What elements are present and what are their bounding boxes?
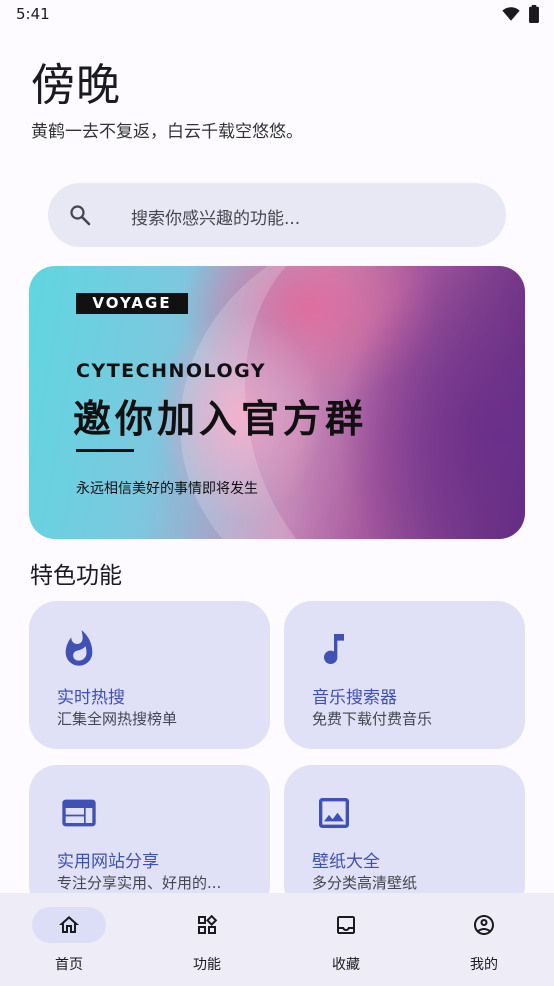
banner-caption: 永远相信美好的事情即将发生 bbox=[76, 481, 258, 497]
feature-card-useful-sites[interactable]: 实用网站分享 专注分享实用、好用的... bbox=[29, 765, 270, 913]
nav-label: 首页 bbox=[55, 957, 83, 973]
account-circle-icon bbox=[474, 915, 494, 935]
widgets-icon bbox=[198, 914, 218, 934]
banner-brand: CYTECHNOLOGY bbox=[76, 360, 267, 382]
banner-tag: VOYAGE bbox=[76, 293, 188, 314]
card-description: 汇集全网热搜榜单 bbox=[57, 710, 178, 728]
music-note-icon bbox=[324, 634, 344, 664]
battery-icon bbox=[529, 5, 539, 23]
web-icon bbox=[62, 799, 96, 827]
card-title: 实时热搜 bbox=[57, 688, 125, 708]
feature-card-wallpapers[interactable]: 壁纸大全 多分类高清壁纸 bbox=[284, 765, 525, 913]
image-icon bbox=[319, 798, 349, 828]
card-title: 壁纸大全 bbox=[312, 852, 380, 872]
inbox-icon bbox=[337, 916, 355, 934]
nav-item-favorites[interactable]: 收藏 bbox=[277, 893, 415, 986]
status-bar: 5:41 bbox=[0, 0, 554, 30]
card-description: 多分类高清壁纸 bbox=[312, 874, 418, 892]
page-title: 傍晚 bbox=[31, 60, 121, 111]
promo-banner[interactable]: VOYAGE CYTECHNOLOGY 邀你加入官方群 永远相信美好的事情即将发… bbox=[29, 266, 525, 539]
feature-card-hot-search[interactable]: 实时热搜 汇集全网热搜榜单 bbox=[29, 601, 270, 749]
status-time: 5:41 bbox=[16, 5, 50, 23]
nav-item-features[interactable]: 功能 bbox=[138, 893, 276, 986]
wifi-icon bbox=[502, 7, 520, 21]
nav-label: 我的 bbox=[470, 957, 498, 973]
feature-card-music-search[interactable]: 音乐搜索器 免费下载付费音乐 bbox=[284, 601, 525, 749]
banner-headline: 邀你加入官方群 bbox=[73, 397, 368, 441]
home-icon bbox=[59, 916, 79, 933]
card-title: 音乐搜索器 bbox=[312, 688, 397, 708]
nav-label: 收藏 bbox=[332, 957, 360, 973]
section-title: 特色功能 bbox=[30, 563, 122, 589]
card-description: 免费下载付费音乐 bbox=[312, 710, 433, 728]
search-icon bbox=[70, 205, 91, 226]
nav-item-home[interactable]: 首页 bbox=[0, 893, 138, 986]
bottom-navigation: 首页 功能 收藏 我的 bbox=[0, 893, 554, 986]
fire-icon bbox=[65, 630, 93, 666]
page-subtitle: 黄鹤一去不复返，白云千载空悠悠。 bbox=[31, 122, 303, 142]
nav-label: 功能 bbox=[193, 957, 221, 973]
nav-item-profile[interactable]: 我的 bbox=[415, 893, 553, 986]
search-placeholder: 搜索你感兴趣的功能... bbox=[131, 209, 301, 229]
status-icons bbox=[502, 5, 540, 23]
banner-divider bbox=[76, 449, 134, 452]
search-bar[interactable]: 搜索你感兴趣的功能... bbox=[48, 183, 506, 247]
card-description: 专注分享实用、好用的... bbox=[57, 874, 222, 892]
card-title: 实用网站分享 bbox=[57, 852, 159, 872]
screen: 5:41 傍晚 黄鹤一去不复返，白云千载空悠悠。 搜索你感兴趣的功能... VO… bbox=[0, 0, 554, 986]
